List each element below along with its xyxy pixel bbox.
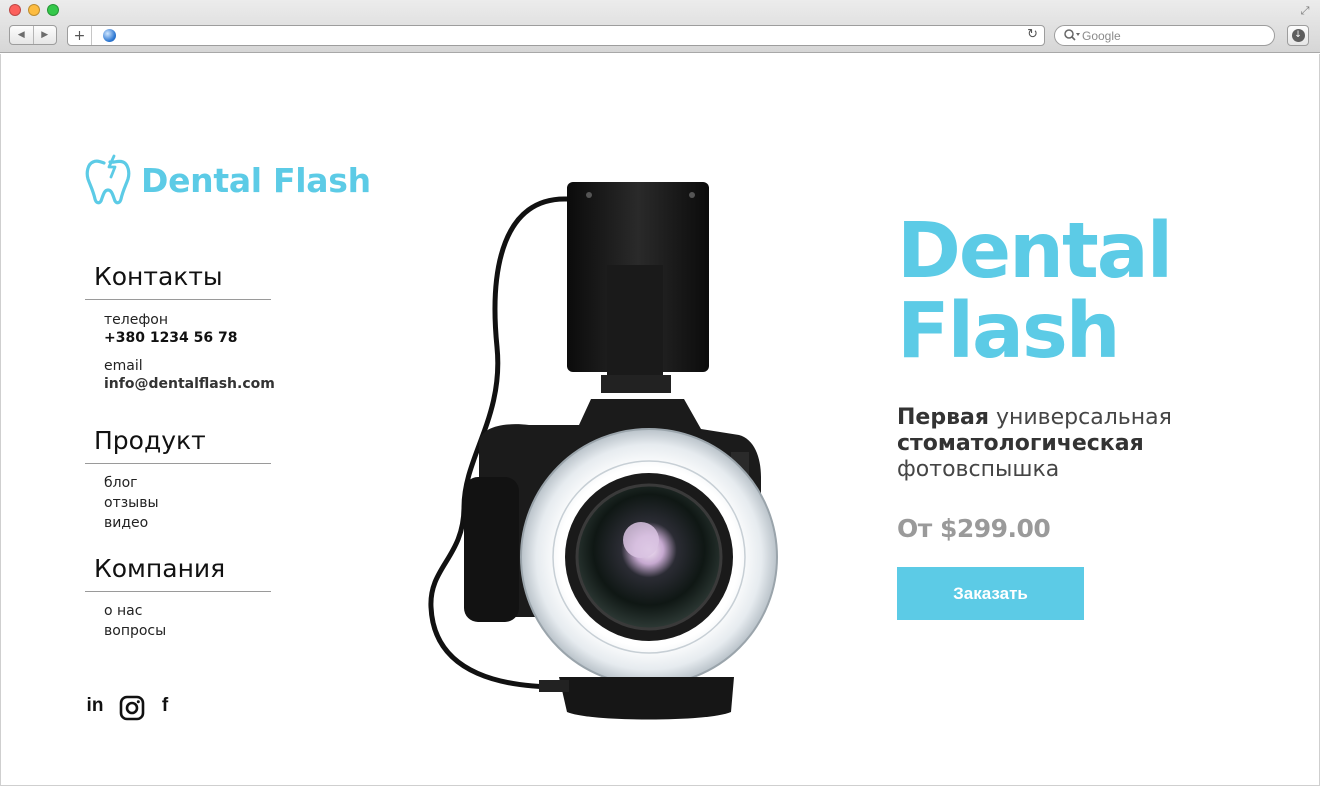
camera-ring-flash-image [428, 182, 778, 720]
nav-link-blog[interactable]: блог [104, 475, 138, 491]
subtitle-line-third: фотовспышка [897, 457, 1060, 482]
hero-title-line2: Flash [897, 287, 1121, 376]
facebook-icon[interactable]: f [157, 694, 173, 718]
site-logo[interactable]: Dental Flash [84, 154, 371, 206]
search-placeholder: Google [1082, 29, 1121, 43]
back-icon[interactable]: ◀ [10, 26, 33, 44]
forward-icon[interactable]: ▶ [32, 26, 57, 44]
history-nav: ◀ ▶ [9, 25, 57, 45]
subtitle-bold-second: стоматологическая [897, 431, 1144, 456]
download-button[interactable]: ↓ [1287, 25, 1309, 46]
zoom-window-button[interactable] [47, 4, 59, 16]
window-controls [9, 4, 59, 16]
email-label: email [104, 358, 143, 374]
page-viewport: Dental Flash Контакты телефон +380 1234 … [0, 54, 1320, 786]
email-value[interactable]: info@dentalflash.com [104, 376, 275, 392]
order-button[interactable]: Заказать [897, 567, 1084, 620]
tooth-flash-icon [85, 154, 131, 205]
phone-label: телефон [104, 312, 169, 328]
subtitle-bold-first: Первая [897, 405, 989, 430]
fullscreen-icon[interactable]: ⤢ [1298, 4, 1312, 18]
product-divider [85, 463, 271, 464]
logo-text: Dental Flash [141, 160, 371, 200]
hero-subtitle: Первая универсальная стоматологическая ф… [897, 405, 1197, 483]
nav-link-video[interactable]: видео [104, 515, 148, 531]
download-icon: ↓ [1291, 29, 1305, 42]
hero-title: Dental Flash [897, 207, 1173, 376]
contacts-heading: Контакты [94, 262, 223, 291]
company-heading: Компания [94, 554, 226, 583]
price-label: От $299.00 [897, 514, 1051, 543]
reload-icon[interactable]: ↻ [1027, 27, 1038, 42]
linkedin-icon[interactable]: in [84, 694, 106, 718]
contacts-divider [85, 299, 271, 300]
globe-icon [103, 29, 116, 42]
browser-toolbar: ⤢ ◀ ▶ + ↻ Google ↓ [0, 0, 1320, 53]
company-divider [85, 591, 271, 592]
new-tab-icon[interactable]: + [68, 26, 92, 45]
instagram-icon[interactable] [118, 694, 146, 722]
address-bar[interactable]: + ↻ [67, 25, 1045, 46]
search-input[interactable]: Google [1054, 25, 1275, 46]
close-window-button[interactable] [9, 4, 21, 16]
search-icon [1064, 29, 1080, 41]
minimize-window-button[interactable] [28, 4, 40, 16]
phone-value[interactable]: +380 1234 56 78 [104, 330, 238, 346]
hero-title-line1: Dental [897, 207, 1173, 296]
nav-link-faq[interactable]: вопросы [104, 623, 166, 639]
nav-link-about[interactable]: о нас [104, 603, 142, 619]
nav-link-reviews[interactable]: отзывы [104, 495, 159, 511]
subtitle-rest-first: универсальная [988, 405, 1172, 430]
product-heading: Продукт [94, 426, 206, 455]
